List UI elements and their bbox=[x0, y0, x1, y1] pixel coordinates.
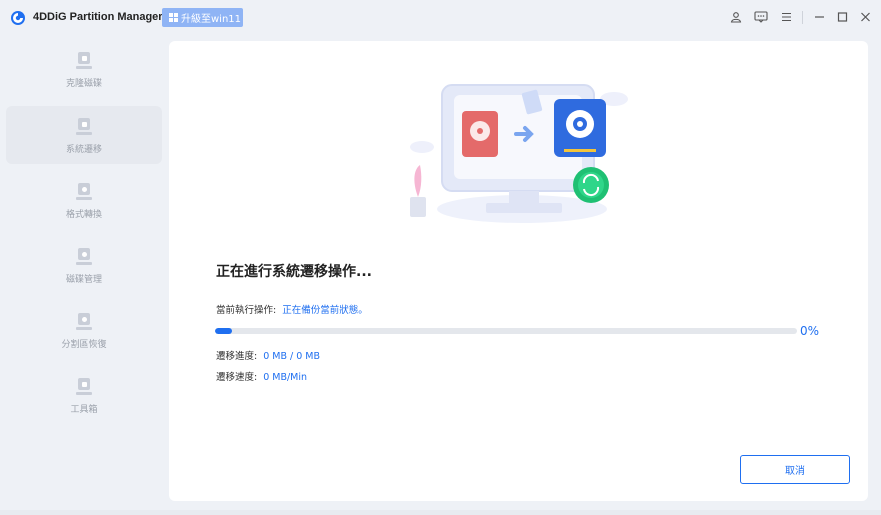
sidebar-item-clone-disk[interactable]: 克隆磁碟 bbox=[6, 40, 162, 98]
partition-recover-icon bbox=[76, 313, 92, 331]
sidebar-item-disk-manage[interactable]: 磁碟管理 bbox=[6, 236, 162, 294]
migrate-speed-value: 0 MB/Min bbox=[263, 372, 308, 383]
user-icon[interactable] bbox=[728, 9, 744, 25]
progress-percent: 0% bbox=[800, 324, 820, 338]
operation-heading: 正在進行系統遷移操作... bbox=[216, 264, 372, 280]
clone-icon bbox=[76, 52, 92, 70]
sidebar-item-label: 克隆磁碟 bbox=[65, 79, 102, 89]
titlebar-divider bbox=[802, 11, 803, 24]
migrate-icon bbox=[76, 118, 92, 136]
sidebar-item-partition-recovery[interactable]: 分割區恢復 bbox=[6, 301, 162, 359]
upgrade-label: 升級至win11 bbox=[181, 14, 242, 25]
toolbox-icon bbox=[76, 378, 92, 396]
bottom-strip bbox=[0, 510, 881, 515]
progress-fill bbox=[215, 328, 233, 334]
convert-icon bbox=[76, 183, 92, 201]
migrate-progress-row: 遷移進度: 0 MB / 0 MB bbox=[216, 348, 320, 362]
sidebar-item-label: 格式轉換 bbox=[65, 210, 102, 220]
cancel-button[interactable]: 取消 bbox=[740, 455, 850, 484]
migration-illustration bbox=[410, 84, 628, 223]
sidebar-item-label: 磁碟管理 bbox=[65, 275, 102, 285]
migrate-speed-row: 遷移速度: 0 MB/Min bbox=[216, 369, 307, 383]
progress-bar bbox=[215, 328, 797, 334]
sidebar-item-label: 工具箱 bbox=[70, 405, 98, 415]
app-logo-icon bbox=[11, 11, 25, 25]
sidebar-item-toolbox[interactable]: 工具箱 bbox=[6, 366, 162, 424]
maximize-icon[interactable] bbox=[834, 9, 850, 25]
sidebar-item-label: 分割區恢復 bbox=[61, 340, 107, 350]
close-icon[interactable] bbox=[857, 9, 873, 25]
current-operation-label: 當前執行操作: bbox=[216, 305, 277, 316]
migrate-progress-value: 0 MB / 0 MB bbox=[263, 351, 320, 362]
sidebar-item-format-convert[interactable]: 格式轉換 bbox=[6, 171, 162, 229]
hamburger-icon[interactable] bbox=[778, 9, 794, 25]
current-operation-row: 當前執行操作: 正在備份當前狀態。 bbox=[216, 302, 368, 316]
minimize-icon[interactable] bbox=[811, 9, 827, 25]
current-operation-value: 正在備份當前狀態。 bbox=[282, 305, 368, 316]
title-bar: 4DDiG Partition Manager 升級至win11 bbox=[0, 0, 881, 36]
sidebar-item-system-migration[interactable]: 系統遷移 bbox=[6, 106, 162, 164]
migrate-speed-label: 遷移速度: bbox=[216, 372, 258, 383]
upgrade-win11-button[interactable]: 升級至win11 bbox=[162, 8, 243, 27]
sidebar: 克隆磁碟 系統遷移 格式轉換 磁碟管理 分割區恢復 工具箱 bbox=[0, 40, 168, 510]
chat-icon[interactable] bbox=[753, 9, 769, 25]
windows-icon bbox=[169, 13, 178, 22]
migrate-progress-label: 遷移進度: bbox=[216, 351, 258, 362]
sidebar-item-label: 系統遷移 bbox=[65, 145, 102, 155]
main-panel: 正在進行系統遷移操作... 當前執行操作: 正在備份當前狀態。 0% 遷移進度: 0… bbox=[169, 41, 868, 501]
app-title: 4DDiG Partition Manager bbox=[33, 11, 163, 23]
disk-manage-icon bbox=[76, 248, 92, 266]
